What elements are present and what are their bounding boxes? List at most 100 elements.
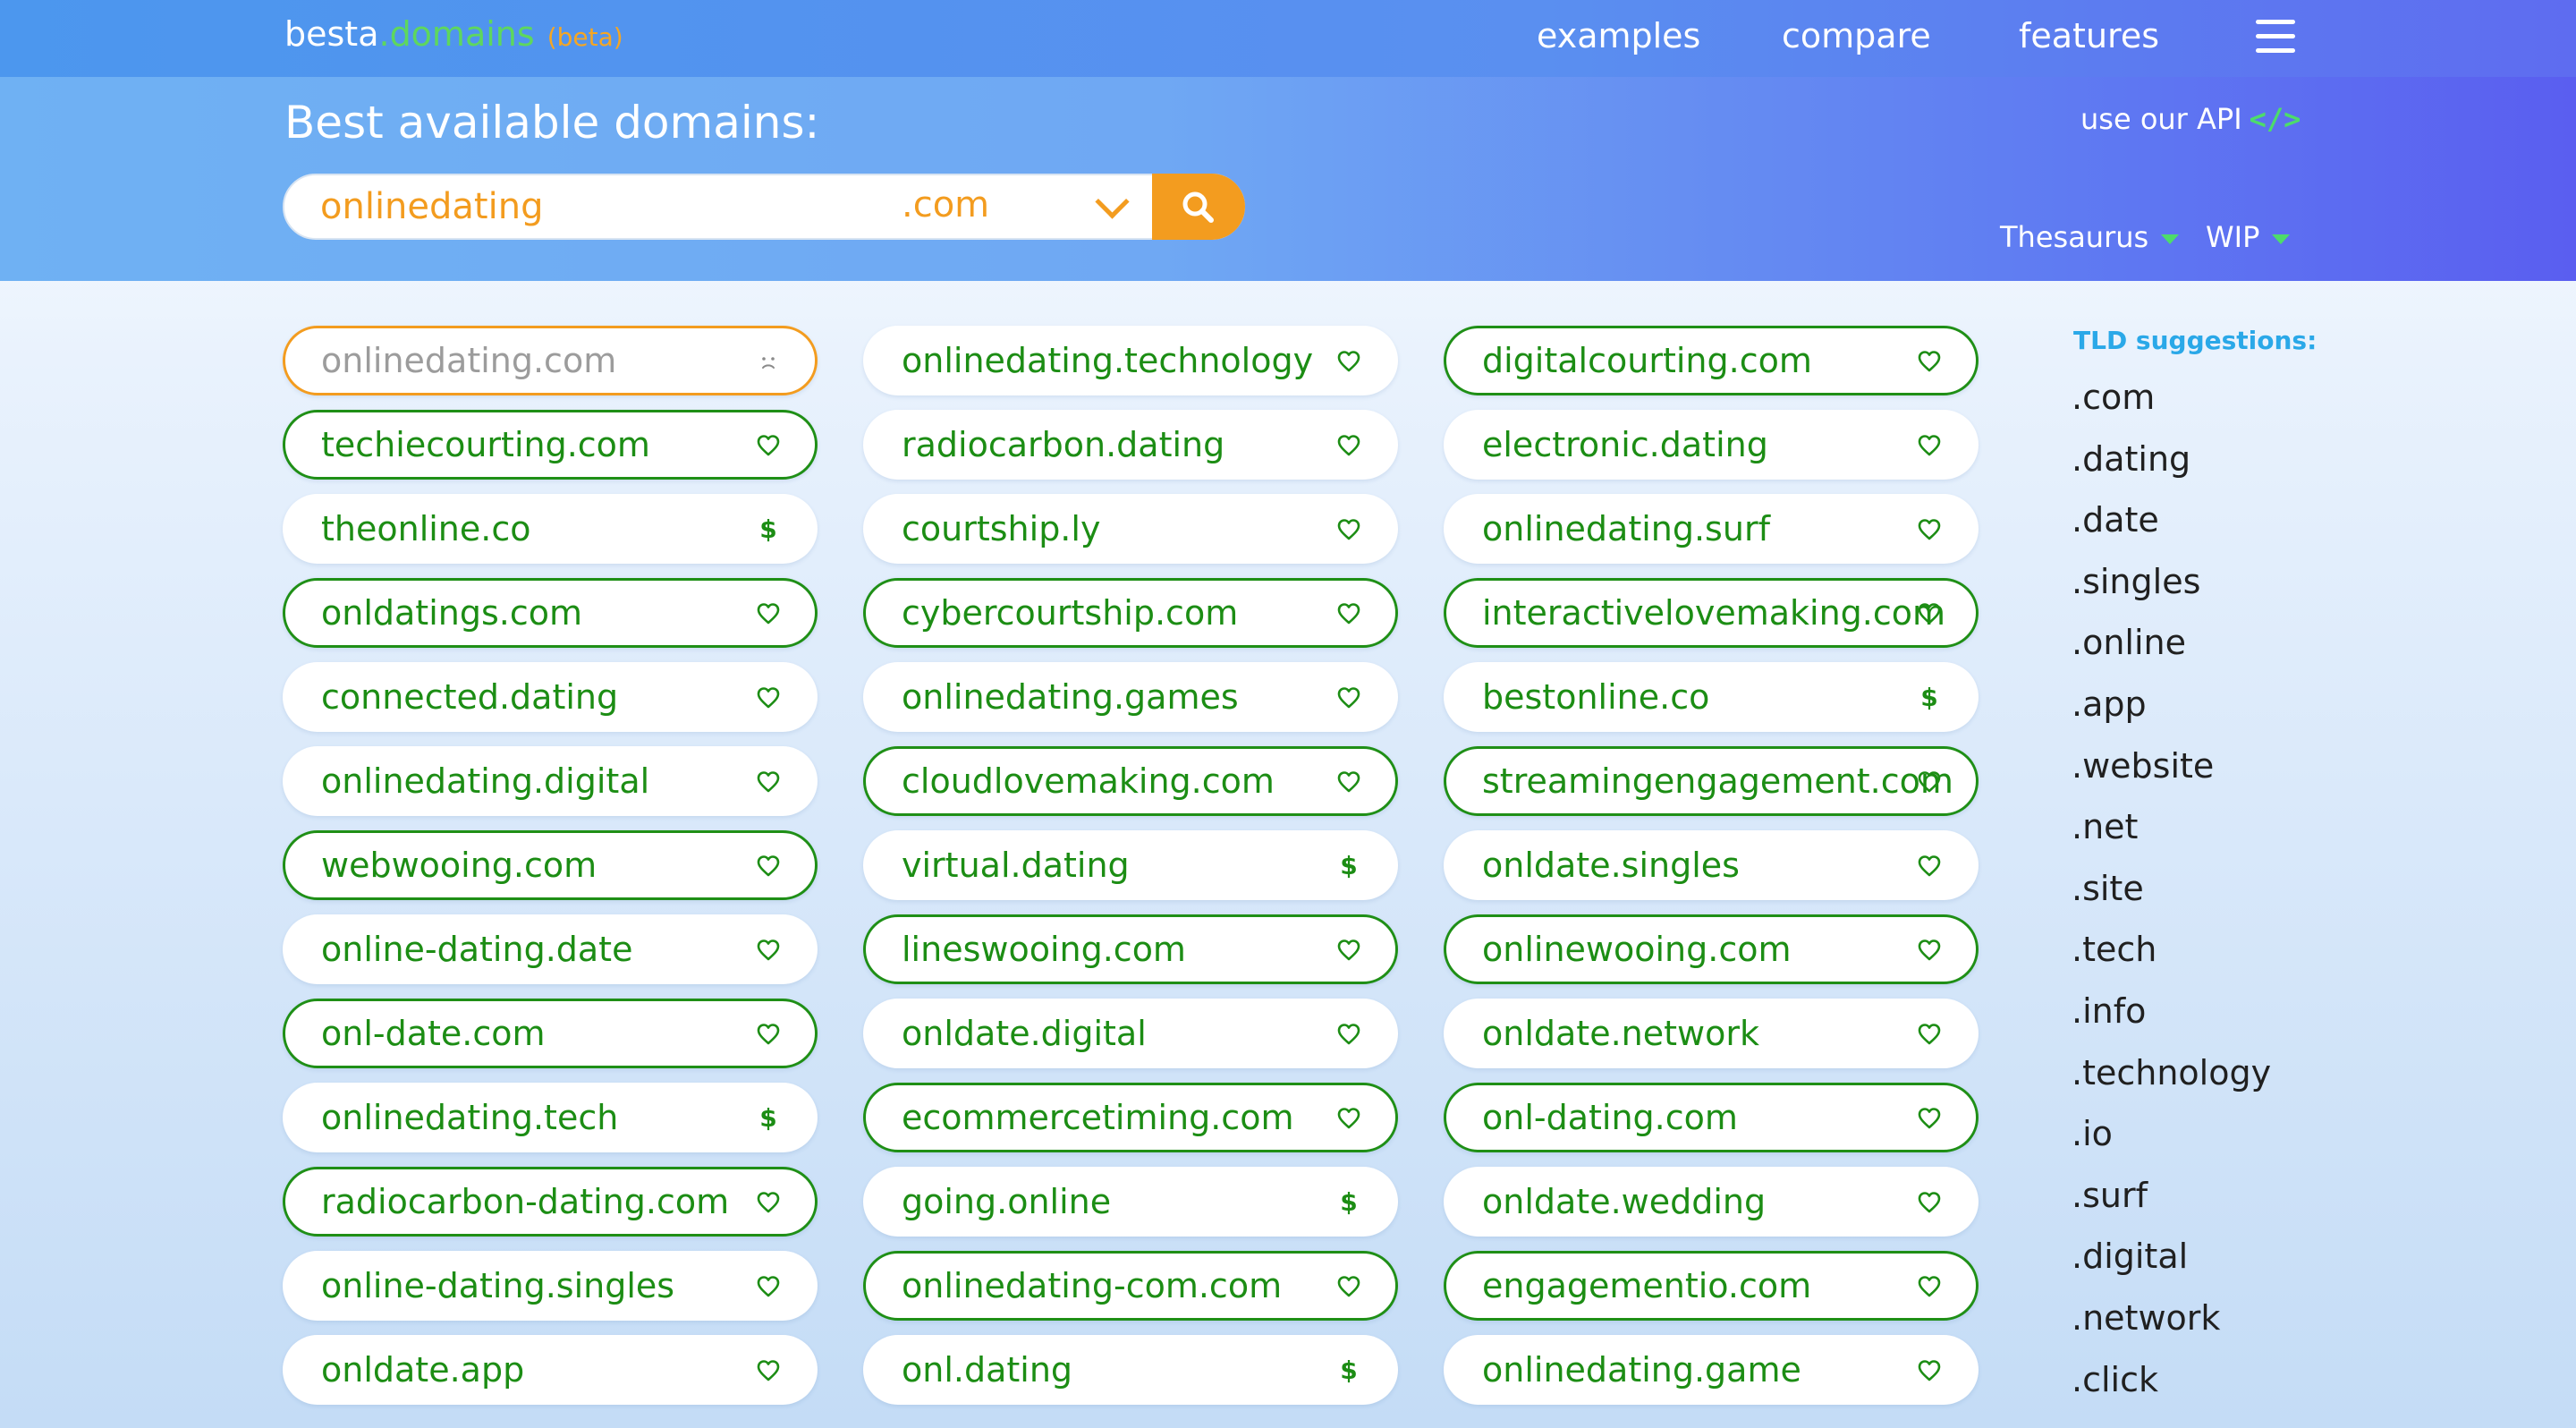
heart-icon[interactable] — [1917, 769, 1942, 795]
heart-icon[interactable] — [1336, 685, 1361, 710]
search-input[interactable] — [320, 175, 875, 238]
domain-result-pill[interactable]: virtual.dating $ — [863, 830, 1398, 900]
heart-icon[interactable] — [756, 685, 781, 710]
heart-icon[interactable] — [1336, 601, 1361, 626]
domain-result-pill[interactable]: onl.dating $ — [863, 1335, 1398, 1405]
domain-result-pill[interactable]: online-dating.date — [283, 914, 818, 984]
tld-suggestion-item[interactable]: .website — [2072, 746, 2214, 786]
domain-result-pill[interactable]: online-dating.singles — [283, 1251, 818, 1321]
tld-suggestion-item[interactable]: .technology — [2072, 1053, 2271, 1092]
domain-result-pill[interactable]: onl-dating.com — [1444, 1083, 1979, 1152]
nav-examples-link[interactable]: examples — [1537, 16, 1700, 55]
domain-result-pill[interactable]: engagementio.com — [1444, 1251, 1979, 1321]
domain-result-pill[interactable]: onldate.singles — [1444, 830, 1979, 900]
heart-icon[interactable] — [1336, 1022, 1361, 1047]
sad-face-icon[interactable] — [756, 349, 781, 374]
domain-result-pill[interactable]: onlinedating.game — [1444, 1335, 1979, 1405]
heart-icon[interactable] — [1336, 1274, 1361, 1299]
brand-logo[interactable]: besta.domains (beta) — [284, 14, 623, 54]
tld-suggestion-item[interactable]: .surf — [2072, 1176, 2148, 1215]
domain-result-pill[interactable]: radiocarbon-dating.com — [283, 1167, 818, 1237]
domain-result-pill[interactable]: connected.dating — [283, 662, 818, 732]
heart-icon[interactable] — [1917, 938, 1942, 963]
tld-suggestion-item[interactable]: .io — [2072, 1114, 2113, 1153]
thesaurus-filter-dropdown[interactable]: Thesaurus — [2000, 220, 2180, 254]
domain-result-pill[interactable]: onlinedating-com.com — [863, 1251, 1398, 1321]
tld-suggestion-item[interactable]: .digital — [2072, 1237, 2188, 1276]
domain-result-pill[interactable]: onlinedating.surf — [1444, 494, 1979, 564]
dollar-icon[interactable]: $ — [756, 517, 781, 542]
tld-suggestion-item[interactable]: .tech — [2072, 930, 2157, 969]
hamburger-menu-icon[interactable] — [2256, 20, 2295, 54]
domain-result-pill[interactable]: ecommercetiming.com — [863, 1083, 1398, 1152]
domain-result-pill[interactable]: onlinedating.com — [283, 326, 818, 395]
heart-icon[interactable] — [1917, 1022, 1942, 1047]
dollar-icon[interactable]: $ — [1336, 1358, 1361, 1383]
tld-suggestion-item[interactable]: .singles — [2072, 562, 2200, 601]
domain-result-pill[interactable]: onldatings.com — [283, 578, 818, 648]
heart-icon[interactable] — [1917, 517, 1942, 542]
domain-result-pill[interactable]: onlinewooing.com — [1444, 914, 1979, 984]
domain-result-pill[interactable]: going.online $ — [863, 1167, 1398, 1237]
heart-icon[interactable] — [1336, 769, 1361, 795]
domain-result-pill[interactable]: onldate.wedding — [1444, 1167, 1979, 1237]
heart-icon[interactable] — [1917, 1190, 1942, 1215]
domain-result-pill[interactable]: cloudlovemaking.com — [863, 746, 1398, 816]
tld-suggestion-item[interactable]: .online — [2072, 623, 2186, 662]
tld-suggestion-item[interactable]: .site — [2072, 869, 2144, 908]
heart-icon[interactable] — [756, 854, 781, 879]
tld-suggestion-item[interactable]: .info — [2072, 991, 2146, 1031]
heart-icon[interactable] — [1917, 854, 1942, 879]
nav-compare-link[interactable]: compare — [1782, 16, 1931, 55]
heart-icon[interactable] — [1336, 938, 1361, 963]
nav-features-link[interactable]: features — [2019, 16, 2159, 55]
heart-icon[interactable] — [1917, 1358, 1942, 1383]
tld-suggestion-item[interactable]: .click — [2072, 1360, 2158, 1399]
api-link[interactable]: use our API </> — [2080, 102, 2301, 136]
heart-icon[interactable] — [1336, 349, 1361, 374]
tld-suggestion-item[interactable]: .app — [2072, 684, 2147, 724]
domain-result-pill[interactable]: onldate.network — [1444, 999, 1979, 1068]
domain-result-pill[interactable]: streamingengagement.com — [1444, 746, 1979, 816]
domain-result-pill[interactable]: cybercourtship.com — [863, 578, 1398, 648]
heart-icon[interactable] — [756, 1022, 781, 1047]
domain-result-pill[interactable]: techiecourting.com — [283, 410, 818, 480]
heart-icon[interactable] — [1336, 1106, 1361, 1131]
domain-result-pill[interactable]: onlinedating.technology — [863, 326, 1398, 395]
heart-icon[interactable] — [756, 769, 781, 795]
wip-filter-dropdown[interactable]: WIP — [2206, 220, 2291, 254]
tld-suggestion-item[interactable]: .date — [2072, 500, 2159, 540]
search-button[interactable] — [1152, 174, 1245, 240]
domain-result-pill[interactable]: onlinedating.tech $ — [283, 1083, 818, 1152]
heart-icon[interactable] — [1917, 1274, 1942, 1299]
tld-dropdown[interactable]: .com — [902, 175, 1161, 238]
domain-result-pill[interactable]: onlinedating.games — [863, 662, 1398, 732]
domain-result-pill[interactable]: electronic.dating — [1444, 410, 1979, 480]
domain-result-pill[interactable]: webwooing.com — [283, 830, 818, 900]
dollar-icon[interactable]: $ — [1336, 1190, 1361, 1215]
dollar-icon[interactable]: $ — [1336, 854, 1361, 879]
domain-result-pill[interactable]: theonline.co $ — [283, 494, 818, 564]
domain-result-pill[interactable]: onl-date.com — [283, 999, 818, 1068]
tld-suggestion-item[interactable]: .network — [2072, 1298, 2220, 1338]
domain-result-pill[interactable]: interactivelovemaking.com — [1444, 578, 1979, 648]
domain-result-pill[interactable]: onldate.app — [283, 1335, 818, 1405]
dollar-icon[interactable]: $ — [1917, 685, 1942, 710]
heart-icon[interactable] — [1917, 349, 1942, 374]
heart-icon[interactable] — [756, 1274, 781, 1299]
domain-result-pill[interactable]: courtship.ly — [863, 494, 1398, 564]
tld-suggestion-item[interactable]: .net — [2072, 807, 2138, 846]
domain-result-pill[interactable]: digitalcourting.com — [1444, 326, 1979, 395]
heart-icon[interactable] — [1917, 1106, 1942, 1131]
domain-result-pill[interactable]: bestonline.co $ — [1444, 662, 1979, 732]
tld-suggestion-item[interactable]: .com — [2072, 378, 2155, 417]
heart-icon[interactable] — [1336, 433, 1361, 458]
heart-icon[interactable] — [756, 938, 781, 963]
domain-result-pill[interactable]: onlinedating.digital — [283, 746, 818, 816]
heart-icon[interactable] — [1336, 517, 1361, 542]
heart-icon[interactable] — [756, 1358, 781, 1383]
tld-suggestion-item[interactable]: .dating — [2072, 439, 2190, 479]
heart-icon[interactable] — [756, 601, 781, 626]
heart-icon[interactable] — [756, 433, 781, 458]
heart-icon[interactable] — [1917, 433, 1942, 458]
